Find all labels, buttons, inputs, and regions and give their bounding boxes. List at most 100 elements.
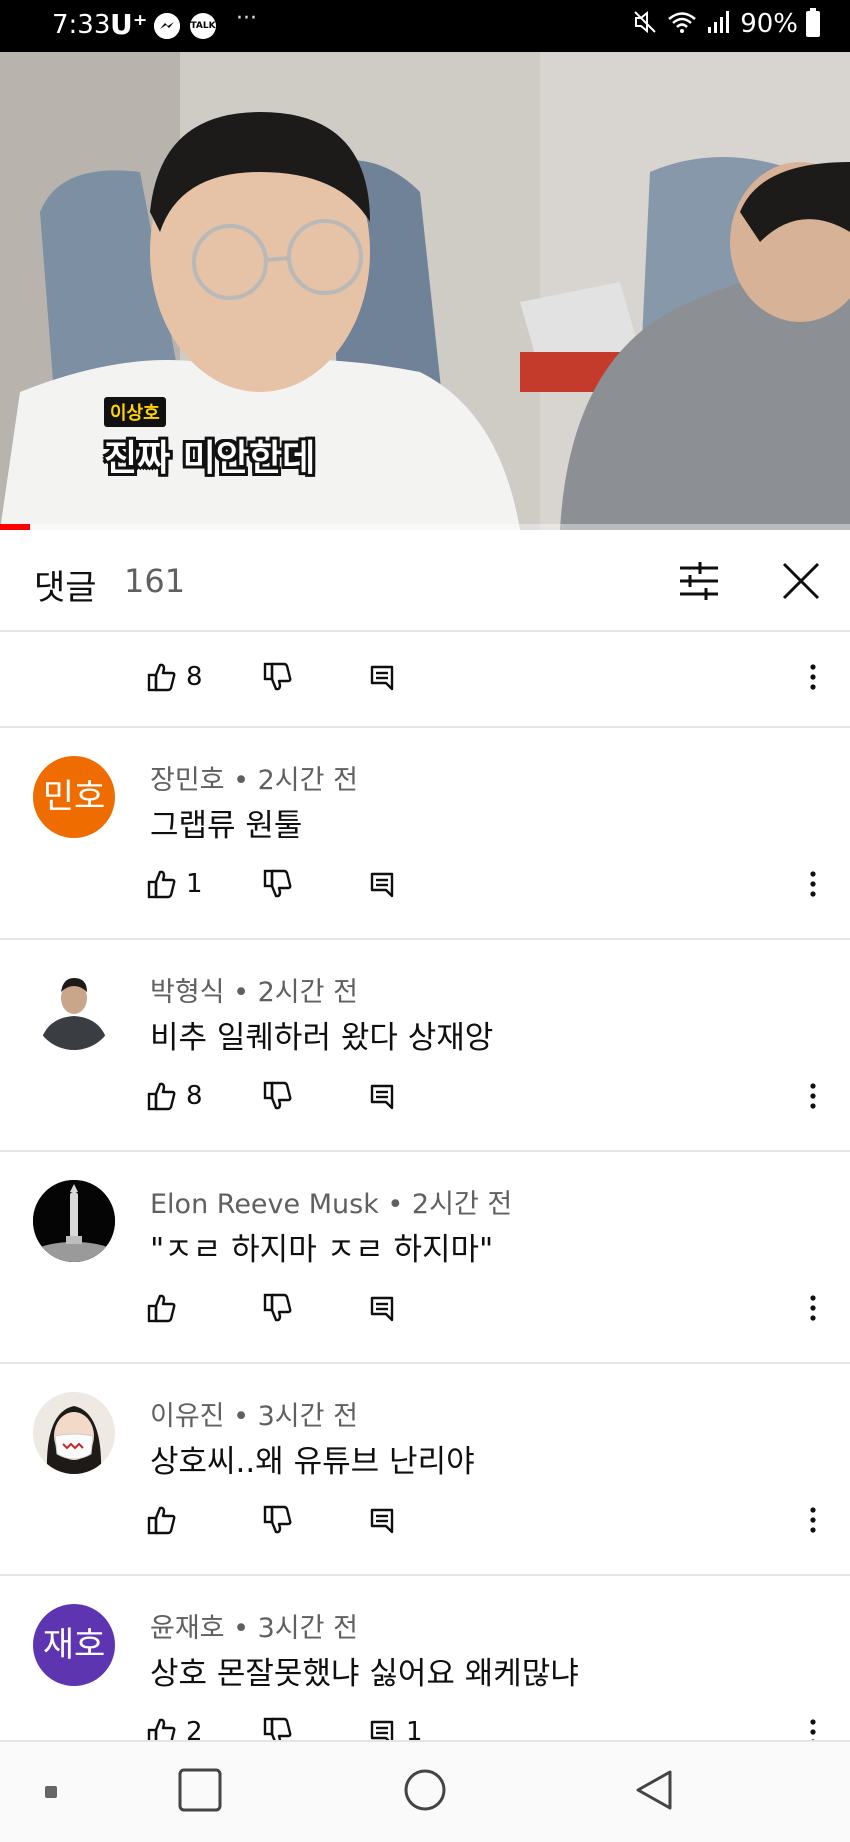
like-button[interactable]: 8: [146, 1071, 203, 1121]
more-vert-icon: [810, 1507, 816, 1533]
avatar[interactable]: 재호: [33, 1604, 115, 1686]
comment-item: 재호 윤재호 • 3시간 전 상호 몬잘못했냐 싫어요 왜케많냐 2 1: [0, 1576, 850, 1740]
comment-text: "ㅈㄹ 하지마 ㅈㄹ 하지마": [150, 1232, 494, 1268]
comment-text: 비추 일퀘하러 왔다 상재앙: [150, 1020, 494, 1056]
dislike-button[interactable]: [262, 1283, 302, 1333]
reply-button[interactable]: 1: [368, 1707, 423, 1740]
avatar-initials: 재호: [42, 1625, 106, 1665]
reply-button[interactable]: [368, 1071, 406, 1121]
comment-actions: 2 1: [0, 1707, 850, 1740]
comment-author[interactable]: 윤재호: [150, 1613, 225, 1644]
comment-item: 8: [0, 632, 850, 728]
filter-button[interactable]: [676, 558, 722, 604]
comment-actions: 8: [0, 1071, 850, 1121]
video-player[interactable]: 이상호 진짜 미안한데: [0, 52, 850, 530]
signal-icon: [706, 9, 732, 39]
like-button[interactable]: [146, 1283, 186, 1333]
more-vert-icon: [810, 664, 816, 690]
wifi-icon: [666, 9, 698, 39]
back-button[interactable]: [632, 1768, 676, 1816]
comments-list[interactable]: 8 민호 장민호 • 2시간 전 그랩류 원툴 1 박형식 • 2시간 전 비추…: [0, 632, 850, 1740]
reply-icon: [370, 1084, 394, 1110]
like-count: 1: [186, 869, 203, 899]
comment-author[interactable]: 이유진: [150, 1401, 225, 1432]
like-icon: [147, 663, 176, 692]
mask-photo-icon: [33, 1392, 115, 1474]
mute-icon: [632, 9, 658, 39]
avatar[interactable]: [33, 1392, 115, 1474]
comment-item: 박형식 • 2시간 전 비추 일퀘하러 왔다 상재앙 8: [0, 940, 850, 1152]
comment-meta: 장민호 • 2시간 전: [150, 765, 358, 796]
dislike-button[interactable]: [262, 859, 302, 909]
dislike-button[interactable]: [262, 652, 302, 702]
like-count: 8: [186, 1081, 203, 1111]
reply-button[interactable]: [368, 1495, 406, 1545]
like-icon: [147, 870, 176, 899]
comment-author[interactable]: Elon Reeve Musk: [150, 1189, 379, 1220]
like-button[interactable]: [146, 1495, 186, 1545]
comment-meta: Elon Reeve Musk • 2시간 전: [150, 1189, 513, 1220]
comment-author[interactable]: 박형식: [150, 977, 225, 1008]
more-options-button[interactable]: [800, 859, 826, 909]
reply-button[interactable]: [368, 652, 406, 702]
comment-meta: 박형식 • 2시간 전: [150, 977, 358, 1008]
status-time: 7:33: [52, 10, 111, 40]
comment-text: 상호씨..왜 유튜브 난리야: [150, 1444, 475, 1480]
reply-button[interactable]: [368, 1283, 406, 1333]
more-options-button[interactable]: [800, 652, 826, 702]
more-vert-icon: [810, 1719, 816, 1740]
comment-author[interactable]: 장민호: [150, 765, 225, 796]
dislike-icon: [263, 869, 292, 898]
dislike-icon: [263, 1717, 292, 1740]
reply-count: 1: [406, 1717, 423, 1740]
dislike-icon: [263, 1081, 292, 1110]
like-icon: [147, 1506, 176, 1535]
avatar[interactable]: [33, 968, 115, 1050]
dislike-button[interactable]: [262, 1071, 302, 1121]
home-icon: [404, 1769, 446, 1811]
caption-text: 진짜 미안한데: [104, 438, 316, 479]
comments-count: 161: [124, 562, 186, 600]
more-vert-icon: [810, 871, 816, 897]
comment-actions: 1: [0, 859, 850, 909]
dislike-button[interactable]: [262, 1707, 302, 1740]
talk-icon: TALK: [190, 13, 216, 39]
comment-time: 3시간 전: [257, 1613, 358, 1644]
system-nav-bar: [0, 1740, 850, 1842]
like-button[interactable]: 8: [146, 652, 203, 702]
nav-dot-button[interactable]: [44, 1784, 58, 1803]
comment-actions: [0, 1283, 850, 1333]
caption-speaker: 이상호: [104, 397, 166, 427]
avatar[interactable]: 민호: [33, 756, 115, 838]
dislike-icon: [263, 1505, 292, 1534]
close-icon: [782, 562, 820, 600]
home-button[interactable]: [403, 1768, 447, 1816]
more-options-button[interactable]: [800, 1071, 826, 1121]
like-button[interactable]: 2: [146, 1707, 203, 1740]
comment-item: 민호 장민호 • 2시간 전 그랩류 원툴 1: [0, 728, 850, 940]
more-icon: ···: [236, 6, 257, 31]
like-icon: [147, 1718, 176, 1740]
comment-time: 3시간 전: [257, 1401, 358, 1432]
comments-title: 댓글: [34, 568, 97, 608]
more-options-button[interactable]: [800, 1495, 826, 1545]
dislike-icon: [263, 1293, 292, 1322]
like-button[interactable]: 1: [146, 859, 203, 909]
reply-button[interactable]: [368, 859, 406, 909]
reply-icon: [370, 872, 394, 898]
recent-apps-button[interactable]: [178, 1768, 222, 1816]
like-count: 2: [186, 1717, 203, 1740]
comment-actions: [0, 1495, 850, 1545]
comments-header: 댓글 161: [0, 530, 850, 632]
close-button[interactable]: [776, 556, 826, 606]
carrier-label: U⁺: [110, 8, 148, 41]
more-options-button[interactable]: [800, 1707, 826, 1740]
like-count: 8: [186, 662, 203, 692]
back-icon: [636, 1770, 672, 1810]
like-icon: [147, 1294, 176, 1323]
avatar[interactable]: [33, 1180, 115, 1262]
dislike-button[interactable]: [262, 1495, 302, 1545]
comment-meta: 윤재호 • 3시간 전: [150, 1613, 358, 1644]
more-options-button[interactable]: [800, 1283, 826, 1333]
dot-icon: [45, 1786, 57, 1798]
